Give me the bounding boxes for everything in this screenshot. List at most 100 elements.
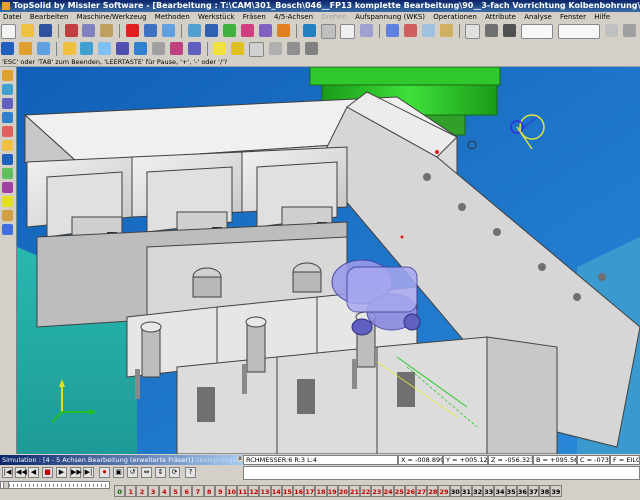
menu-fraesen[interactable]: Fräsen — [240, 12, 269, 22]
step-back-button[interactable]: ◀ — [28, 467, 39, 478]
number-button[interactable]: 25 — [393, 485, 405, 497]
menu-hilfe[interactable]: Hilfe — [591, 12, 613, 22]
shape-icon[interactable] — [2, 98, 13, 109]
machine-icon[interactable] — [439, 24, 453, 37]
toolpath-icon[interactable] — [36, 42, 50, 55]
menu-aufspannung[interactable]: Aufspannung (WKS) — [352, 12, 428, 22]
number-button[interactable]: 19 — [326, 485, 338, 497]
menu-4-5-achsen[interactable]: 4/5-Achsen — [271, 12, 316, 22]
filter-icon[interactable] — [421, 24, 435, 37]
line-type-icon[interactable] — [485, 24, 499, 37]
number-button[interactable]: 18 — [315, 485, 327, 497]
number-button[interactable]: 28 — [427, 485, 439, 497]
thread-icon[interactable] — [151, 42, 165, 55]
menu-datei[interactable]: Datei — [0, 12, 25, 22]
number-button[interactable]: 26 — [404, 485, 417, 497]
help-button[interactable]: ? — [185, 467, 196, 478]
operation-icon[interactable] — [2, 182, 13, 193]
cut-icon[interactable] — [64, 24, 78, 37]
shade-icon[interactable] — [259, 24, 272, 37]
number-button[interactable]: 34 — [494, 485, 506, 497]
menu-operationen[interactable]: Operationen — [430, 12, 480, 22]
number-button[interactable]: 13 — [259, 485, 271, 497]
number-button[interactable]: 27 — [416, 485, 428, 497]
pocket-icon[interactable] — [62, 42, 76, 55]
fast-forward-button[interactable]: ▶▶ — [70, 467, 82, 478]
number-button[interactable]: 23 — [371, 485, 383, 497]
pan-icon[interactable] — [223, 24, 237, 37]
tool-select-icon[interactable] — [18, 42, 32, 55]
number-button[interactable]: 36 — [516, 485, 528, 497]
select-icon[interactable] — [403, 24, 417, 37]
view-icon[interactable] — [187, 24, 201, 37]
mirror-h-button[interactable]: ⇔ — [141, 467, 152, 478]
number-button[interactable]: 8 — [203, 485, 215, 497]
reset-button[interactable]: ↺ — [127, 467, 138, 478]
options-icon[interactable] — [622, 24, 636, 37]
verify-icon[interactable] — [231, 42, 245, 55]
drill-icon[interactable] — [98, 42, 112, 55]
snap-icon[interactable] — [320, 24, 336, 39]
number-button[interactable]: 17 — [304, 485, 316, 497]
nc-output-icon[interactable] — [269, 42, 282, 55]
curve-icon[interactable] — [2, 84, 13, 95]
delete-icon[interactable] — [126, 24, 139, 37]
new-file-icon[interactable] — [1, 24, 16, 39]
pencil-icon[interactable] — [2, 70, 13, 81]
surface-tool-icon[interactable] — [2, 168, 13, 179]
pointer-icon[interactable] — [386, 24, 399, 37]
fast-back-button[interactable]: ◀◀ — [15, 467, 27, 478]
face-icon[interactable] — [116, 42, 130, 55]
go-end-button[interactable]: ▶| — [83, 467, 94, 478]
window-titlebar[interactable]: TopSolid by Missler Software - [Bearbeit… — [0, 0, 640, 12]
number-button[interactable]: 21 — [348, 485, 361, 497]
dimension-icon[interactable] — [2, 140, 13, 151]
report-icon[interactable] — [286, 42, 300, 55]
paste-icon[interactable] — [100, 24, 114, 37]
number-button[interactable]: 30 — [449, 485, 461, 497]
menu-werkstueck[interactable]: Werkstück — [195, 12, 237, 22]
number-button[interactable]: 14 — [270, 485, 282, 497]
view3d-icon[interactable] — [2, 224, 13, 235]
color-icon[interactable] — [465, 24, 481, 39]
number-button[interactable]: 24 — [382, 485, 394, 497]
number-button[interactable]: 38 — [539, 485, 551, 497]
speed-slider[interactable] — [0, 481, 110, 489]
number-button[interactable]: 22 — [360, 485, 372, 497]
open-folder-icon[interactable] — [20, 24, 34, 37]
rotate-icon[interactable] — [241, 24, 255, 37]
menu-methoden[interactable]: Methoden — [152, 12, 193, 22]
number-button[interactable]: 39 — [550, 485, 562, 497]
number-button[interactable]: 0 — [114, 485, 126, 497]
copy-icon[interactable] — [82, 24, 96, 37]
redo-icon[interactable] — [161, 24, 175, 37]
text-icon[interactable] — [2, 154, 13, 165]
contour-icon[interactable] — [80, 42, 94, 55]
number-button[interactable]: 32 — [472, 485, 484, 497]
number-button[interactable]: 29 — [438, 485, 450, 497]
number-button[interactable]: 35 — [505, 485, 517, 497]
postprocess-icon[interactable] — [249, 42, 265, 57]
stop-button[interactable]: ■ — [42, 467, 53, 478]
number-button[interactable]: 2 — [136, 485, 148, 497]
fixture-icon[interactable] — [2, 210, 13, 221]
five-axis-icon[interactable] — [169, 42, 183, 55]
mirror-v-button[interactable]: ⇕ — [155, 467, 166, 478]
menu-bearbeiten[interactable]: Bearbeiten — [27, 12, 71, 22]
measure-icon[interactable] — [360, 24, 374, 37]
line-width-icon[interactable] — [503, 24, 517, 37]
number-button[interactable]: 12 — [248, 485, 260, 497]
save-icon[interactable] — [38, 24, 52, 37]
graphics-viewport[interactable] — [17, 67, 640, 454]
grid-icon[interactable] — [340, 24, 356, 39]
undo-icon[interactable] — [143, 24, 157, 37]
menu-fenster[interactable]: Fenster — [557, 12, 589, 22]
settings-icon[interactable] — [604, 24, 618, 37]
number-button[interactable]: 33 — [483, 485, 495, 497]
surface-icon[interactable] — [134, 42, 147, 55]
layer-select[interactable] — [521, 24, 553, 39]
number-button[interactable]: 20 — [337, 485, 349, 497]
cam-icon[interactable] — [2, 196, 13, 207]
number-button[interactable]: 4 — [158, 485, 170, 497]
number-button[interactable]: 15 — [281, 485, 293, 497]
